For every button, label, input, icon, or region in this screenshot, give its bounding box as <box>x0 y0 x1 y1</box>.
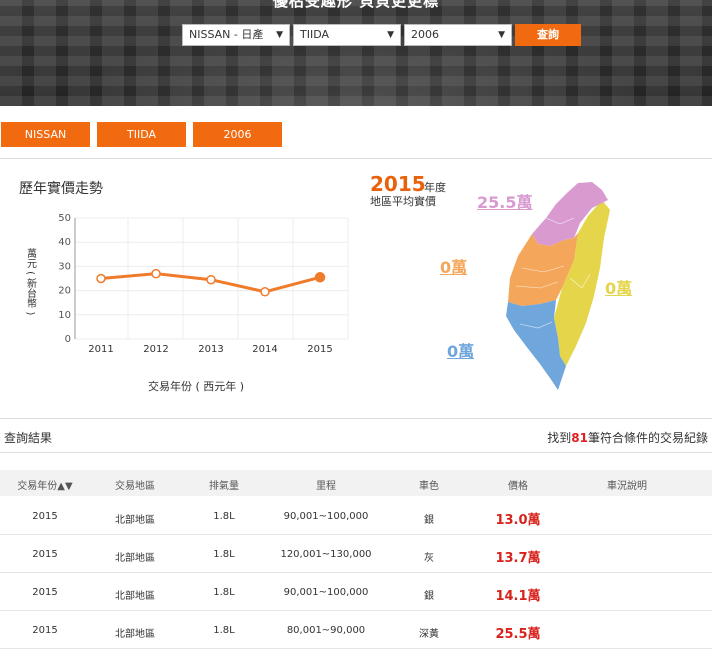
x-tick-label: 2014 <box>252 344 277 355</box>
row-mileage: 80,001~90,000 <box>286 625 366 636</box>
chevron-down-icon: ▼ <box>387 30 394 40</box>
data-point <box>314 272 326 283</box>
row-region: 北部地區 <box>115 553 155 564</box>
row-year: 2015 <box>32 587 58 598</box>
region-price-central[interactable]: 0萬 <box>440 254 467 278</box>
x-tick-label: 2013 <box>198 344 223 355</box>
y-tick-label: 50 <box>58 213 71 224</box>
chevron-down-icon: ▼ <box>276 30 283 40</box>
y-tick-label: 10 <box>58 310 71 321</box>
x-tick-label: 2011 <box>88 344 113 355</box>
row-region: 北部地區 <box>115 591 155 602</box>
price-trend-chart: 0 10 20 30 40 50 2011 2012 2013 2014 2015 萬元 ( 新台幣 … <box>25 213 349 393</box>
row-displacement: 1.8L <box>213 511 235 522</box>
data-point <box>206 274 216 285</box>
row-price: 25.5萬 <box>495 627 541 642</box>
region-price-south[interactable]: 0萬 <box>447 338 474 362</box>
tag-model[interactable]: TIIDA <box>97 122 186 147</box>
results-title: 查詢結果 <box>4 431 53 445</box>
model-select[interactable]: TIIDA ▼ <box>293 24 401 46</box>
y-tick-label: 30 <box>58 261 71 272</box>
brand-select[interactable]: NISSAN - 日產 ▼ <box>182 24 290 46</box>
header-displacement: 排氣量 <box>209 481 239 492</box>
row-region: 北部地區 <box>115 515 155 526</box>
results-count: 找到81筆符合條件的交易紀錄 <box>547 431 708 445</box>
row-mileage: 90,001~100,000 <box>283 511 369 522</box>
header-region: 交易地區 <box>115 481 155 492</box>
table-row-divider <box>0 572 712 573</box>
row-color: 深黃 <box>419 629 439 640</box>
row-color: 灰 <box>424 553 434 564</box>
header-condition: 車況說明 <box>607 481 647 492</box>
year-select[interactable]: 2006 ▼ <box>404 24 512 46</box>
x-axis-label: 交易年份 ( 西元年 ) <box>148 379 244 393</box>
row-color: 銀 <box>424 591 434 602</box>
header-color: 車色 <box>419 481 439 492</box>
row-price: 14.1萬 <box>495 589 541 604</box>
y-tick-label: 0 <box>65 334 71 345</box>
row-color: 銀 <box>424 515 434 526</box>
y-axis-label: 萬元 ( 新台幣 ) <box>25 247 37 316</box>
row-displacement: 1.8L <box>213 587 235 598</box>
taiwan-region-map <box>506 182 610 390</box>
hero-title: 優枯受趣形 貝貝更更標 <box>272 0 440 10</box>
table-row-divider <box>0 534 712 535</box>
row-price: 13.7萬 <box>495 551 541 566</box>
trend-title: 歷年實價走勢 <box>19 181 103 197</box>
hero-banner: 優枯受趣形 貝貝更更標 NISSAN - 日產 ▼ TIIDA ▼ 2006 ▼… <box>0 0 712 106</box>
row-mileage: 120,001~130,000 <box>280 549 372 560</box>
row-mileage: 90,001~100,000 <box>283 587 369 598</box>
row-year: 2015 <box>32 549 58 560</box>
map-subtitle: 地區平均實價 <box>370 195 436 208</box>
tag-brand[interactable]: NISSAN <box>1 122 90 147</box>
search-button[interactable]: 查詢 <box>515 24 581 46</box>
tag-year[interactable]: 2006 <box>193 122 282 147</box>
divider <box>0 158 712 159</box>
divider <box>0 418 712 419</box>
y-tick-label: 20 <box>58 286 71 297</box>
header-price: 價格 <box>508 481 528 492</box>
table-row-divider <box>0 648 712 649</box>
header-year-sort[interactable]: 交易年份▲▼ <box>0 477 90 492</box>
x-tick-label: 2015 <box>307 344 332 355</box>
row-displacement: 1.8L <box>213 625 235 636</box>
y-tick-label: 40 <box>58 237 71 248</box>
header-mileage: 里程 <box>316 481 336 492</box>
table-row-divider <box>0 610 712 611</box>
row-region: 北部地區 <box>115 629 155 640</box>
row-year: 2015 <box>32 625 58 636</box>
row-price: 13.0萬 <box>495 513 541 528</box>
data-point <box>260 287 270 297</box>
data-point <box>151 268 161 279</box>
data-point <box>96 273 106 284</box>
row-displacement: 1.8L <box>213 549 235 560</box>
divider <box>0 452 712 453</box>
chevron-down-icon: ▼ <box>498 30 505 40</box>
x-tick-label: 2012 <box>143 344 168 355</box>
row-year: 2015 <box>32 511 58 522</box>
